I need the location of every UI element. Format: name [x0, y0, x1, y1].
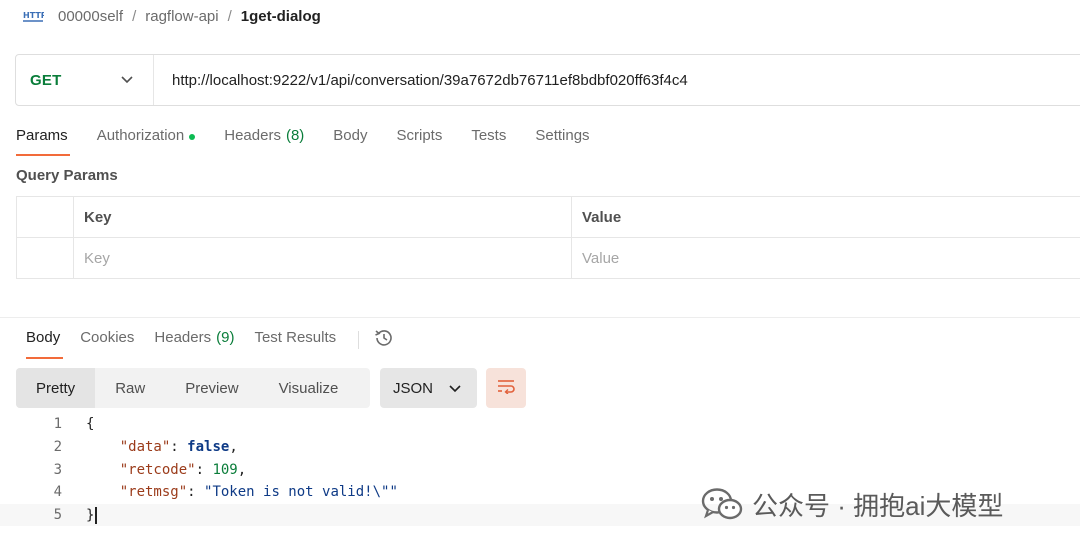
format-mode-group: Pretty Raw Preview Visualize	[16, 368, 370, 408]
section-title: Query Params	[16, 167, 118, 184]
tab-response-headers[interactable]: Headers (9)	[154, 327, 234, 359]
chevron-down-icon	[121, 71, 133, 89]
code-text: {	[62, 416, 94, 432]
tab-test-results[interactable]: Test Results	[254, 327, 336, 359]
line-number: 1	[53, 416, 62, 433]
close-brace: }	[86, 507, 95, 524]
format-visualize-button[interactable]: Visualize	[259, 368, 359, 408]
table-row: Key Value	[16, 237, 1080, 279]
code-text: "retmsg": "Token is not valid!\""	[119, 484, 398, 501]
tab-cookies[interactable]: Cookies	[80, 327, 134, 359]
code-line: 2 "data": false,	[0, 436, 1080, 459]
line-number: 5	[53, 507, 62, 524]
tab-label: Body	[26, 329, 61, 346]
tab-label: Tests	[471, 127, 507, 144]
json-punct: ,	[229, 439, 238, 456]
language-select[interactable]: JSON	[380, 368, 477, 408]
tab-label: Cookies	[80, 329, 135, 346]
history-icon[interactable]	[373, 327, 395, 349]
table-header-row: Key Value	[16, 196, 1080, 238]
url-input[interactable]: http://localhost:9222/v1/api/conversatio…	[154, 72, 688, 89]
wrap-lines-button[interactable]	[486, 368, 526, 408]
tab-authorization[interactable]: Authorization	[97, 124, 196, 156]
pane-divider[interactable]	[0, 317, 1080, 318]
language-label: JSON	[393, 379, 434, 397]
tab-label: Params	[16, 127, 68, 144]
status-dot-icon	[189, 134, 196, 140]
code-text: "retcode": 109,	[119, 461, 247, 478]
chevron-down-icon	[449, 380, 461, 397]
svg-text:HTTP: HTTP	[23, 11, 44, 20]
wechat-icon	[700, 486, 744, 522]
tab-count: (9)	[216, 329, 235, 346]
code-text: }	[62, 506, 98, 524]
tab-body[interactable]: Body	[333, 124, 367, 156]
tab-params[interactable]: Params	[16, 124, 70, 156]
breadcrumb-item-workspace[interactable]: 00000self	[58, 8, 123, 25]
row-checkbox[interactable]	[16, 237, 74, 279]
tab-settings[interactable]: Settings	[535, 124, 589, 156]
watermark-text: 公众号 · 拥抱ai大模型	[752, 490, 1004, 521]
tab-label: Settings	[535, 127, 590, 144]
response-tabs: Body Cookies Headers (9) Test Results	[26, 327, 395, 359]
breadcrumb-separator: /	[132, 7, 137, 25]
format-pretty-button[interactable]: Pretty	[16, 368, 96, 408]
tab-response-body[interactable]: Body	[26, 327, 64, 359]
breadcrumb-item-collection[interactable]: ragflow-api	[145, 8, 218, 25]
column-header-value: Value	[571, 196, 1080, 238]
format-preview-button[interactable]: Preview	[165, 368, 258, 408]
tab-tests[interactable]: Tests	[471, 124, 506, 156]
json-key: "data"	[119, 439, 171, 456]
json-key: "retcode"	[119, 461, 196, 478]
code-line: 1 {	[0, 413, 1080, 436]
tab-label: Authorization	[96, 127, 185, 144]
tab-headers[interactable]: Headers (8)	[224, 124, 304, 156]
open-brace: {	[86, 416, 95, 433]
url-bar: GET http://localhost:9222/v1/api/convers…	[15, 54, 1080, 106]
json-value: 109	[212, 461, 238, 478]
watermark: 公众号 · 拥抱ai大模型	[700, 484, 1003, 524]
method-select[interactable]: GET	[16, 55, 154, 105]
request-name[interactable]: 1get-dialog	[241, 8, 321, 25]
line-number: 4	[53, 484, 62, 501]
breadcrumb: HTTP 00000self / ragflow-api / 1get-dial…	[22, 4, 321, 28]
tab-label: Headers	[224, 127, 281, 144]
json-value: "Token is not valid!\""	[204, 484, 398, 501]
tab-label: Scripts	[396, 127, 443, 144]
params-table: Key Value Key Value	[16, 196, 1080, 279]
param-key-input[interactable]: Key	[73, 237, 572, 279]
checkbox-column-header	[16, 196, 74, 238]
text-cursor	[95, 506, 98, 524]
json-key: "retmsg"	[119, 484, 188, 501]
method-label: GET	[30, 71, 62, 89]
tab-label: Headers	[154, 329, 212, 346]
divider	[358, 331, 360, 349]
tab-label: Body	[333, 127, 368, 144]
json-value: false	[187, 439, 230, 456]
line-number: 3	[53, 461, 62, 478]
breadcrumb-separator: /	[227, 7, 232, 25]
tab-scripts[interactable]: Scripts	[397, 124, 443, 156]
tab-label: Test Results	[254, 329, 337, 346]
http-icon: HTTP	[22, 8, 44, 24]
tab-count: (8)	[285, 127, 305, 144]
request-tabs: Params Authorization Headers (8) Body Scr…	[16, 124, 619, 156]
line-number: 2	[53, 439, 62, 456]
code-line: 3 "retcode": 109,	[0, 458, 1080, 481]
json-punct: ,	[237, 461, 247, 478]
format-raw-button[interactable]: Raw	[95, 368, 165, 408]
code-text: "data": false,	[119, 439, 238, 456]
wrap-lines-icon	[496, 378, 516, 399]
param-value-input[interactable]: Value	[571, 237, 1080, 279]
column-header-key: Key	[73, 196, 572, 238]
